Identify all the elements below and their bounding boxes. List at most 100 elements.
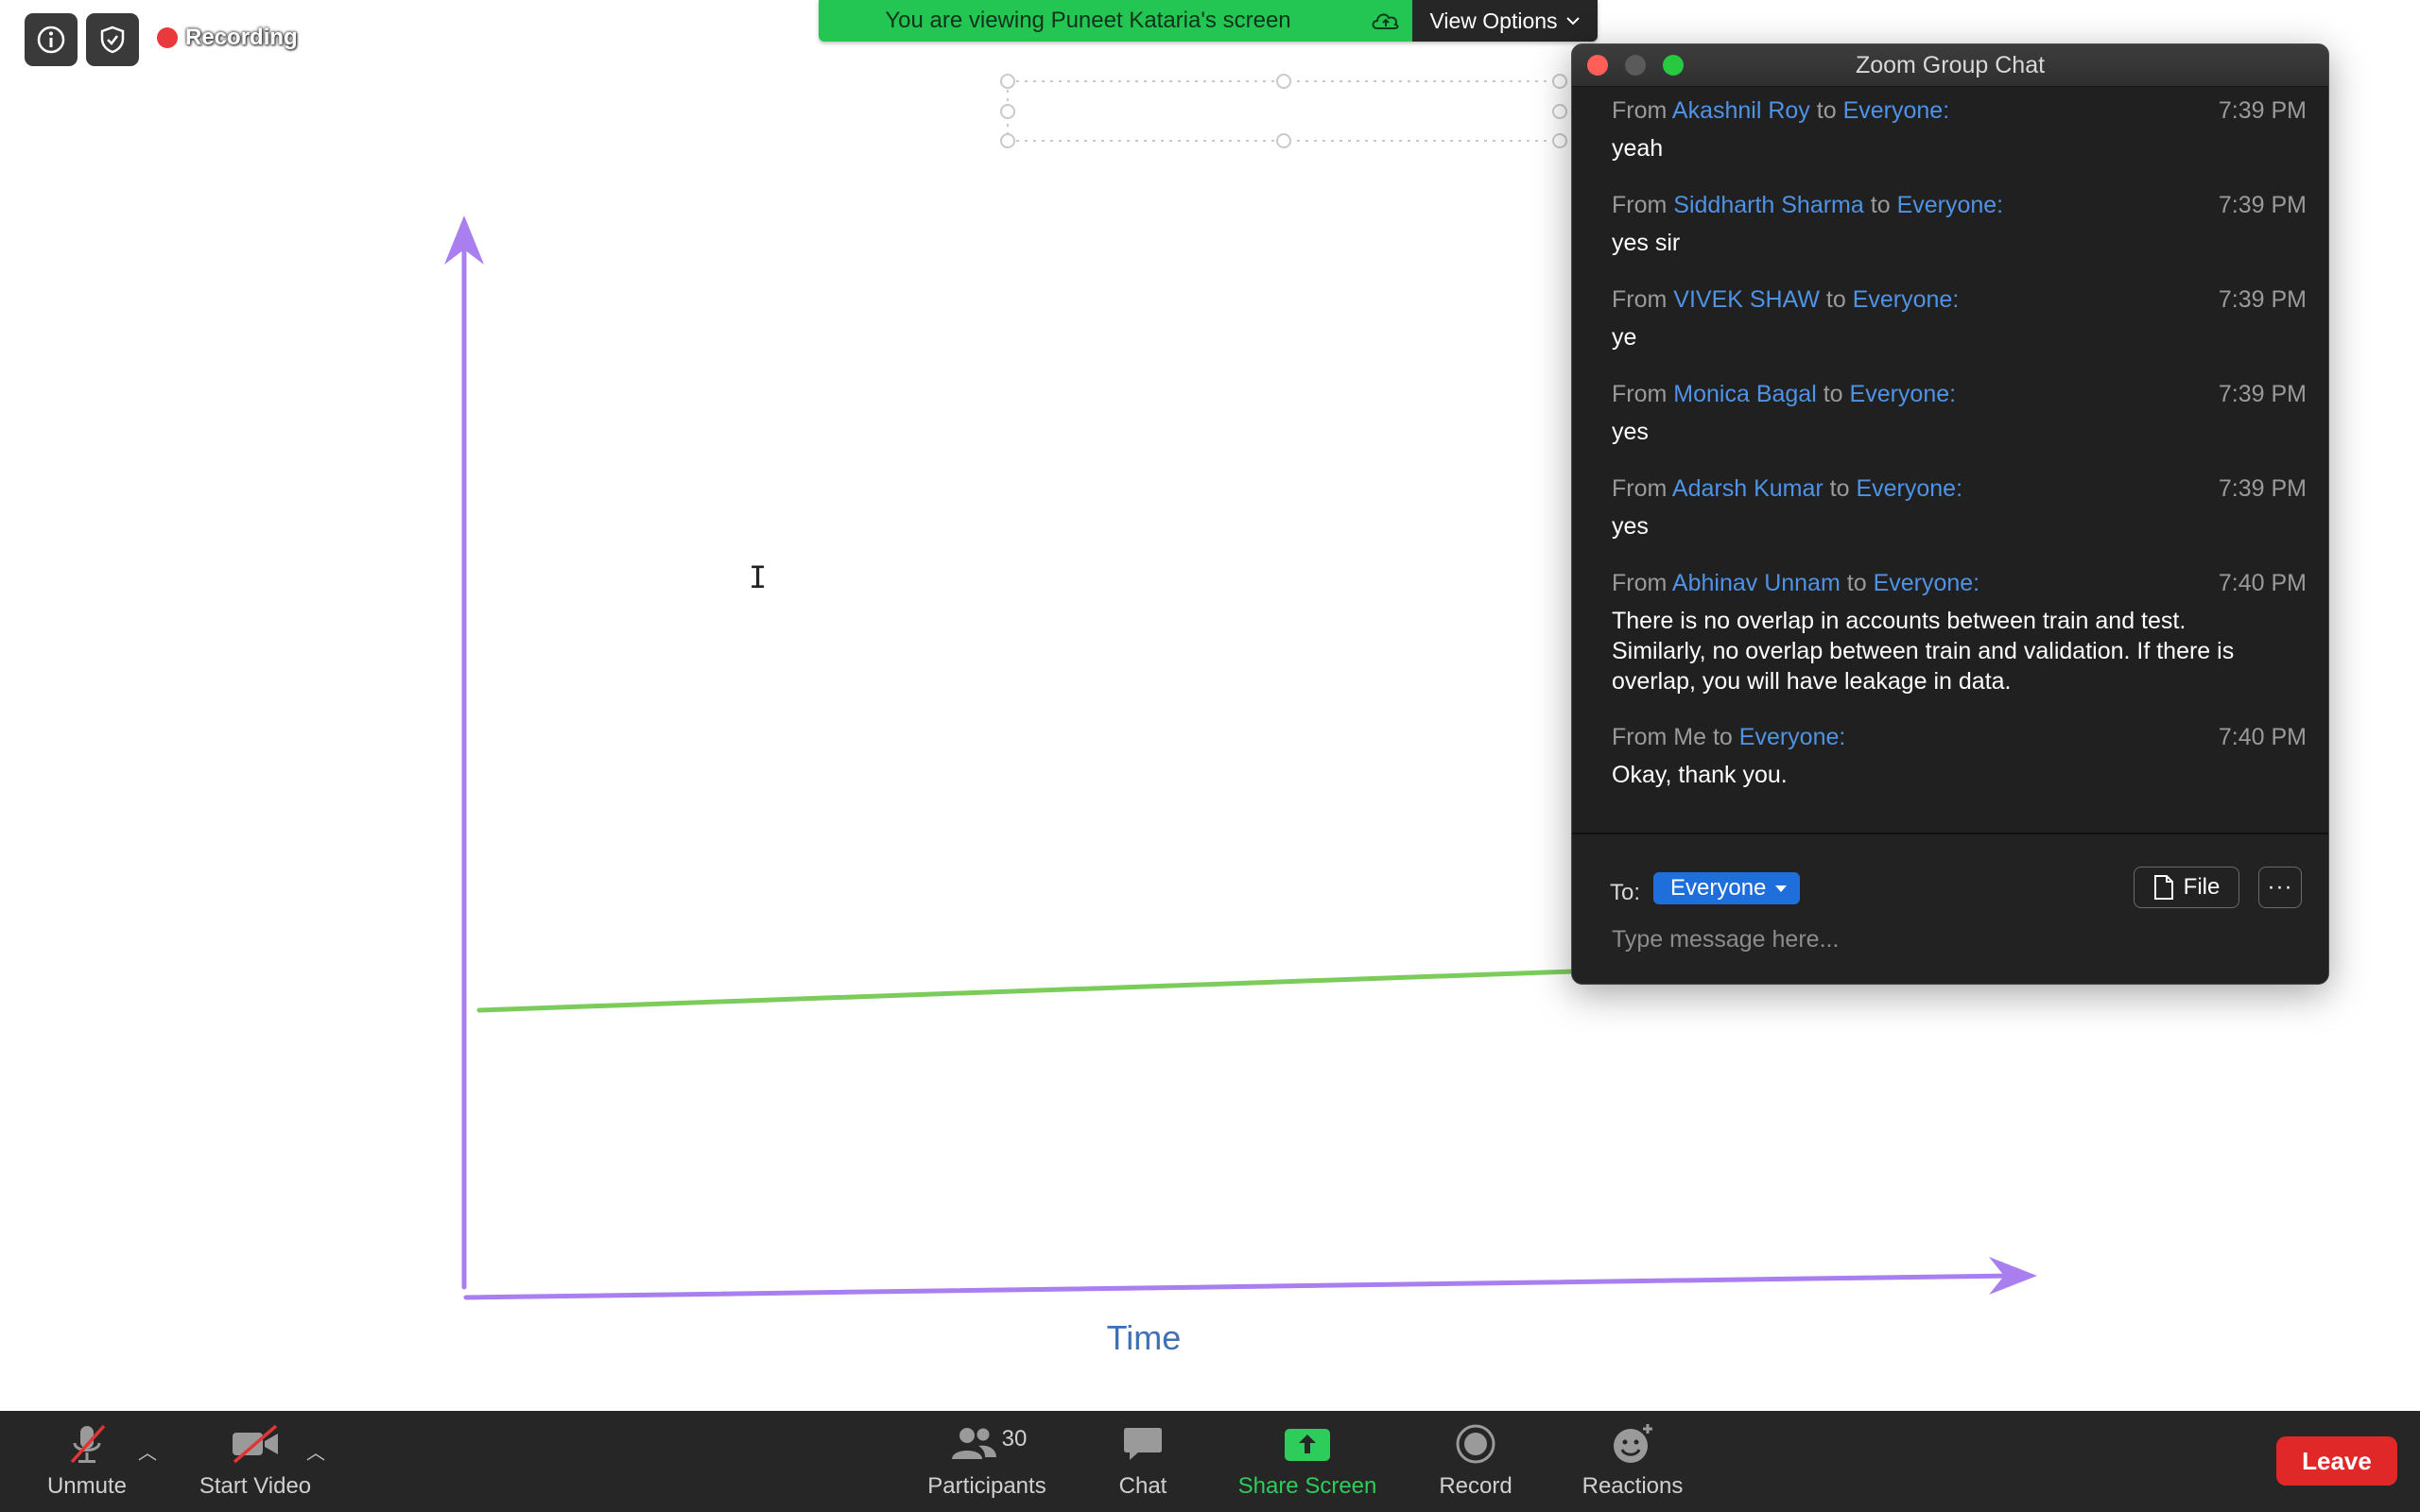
to-word: to xyxy=(1846,570,1867,596)
drawn-green-line xyxy=(476,969,1576,1013)
chat-titlebar[interactable]: Zoom Group Chat xyxy=(1572,44,2328,87)
message-time: 7:39 PM xyxy=(2218,192,2307,218)
leave-button[interactable]: Leave xyxy=(2276,1436,2397,1486)
unmute-button[interactable]: Unmute xyxy=(34,1411,140,1512)
video-options-chevron-icon[interactable]: ︿ xyxy=(306,1437,325,1465)
chat-button[interactable]: Chat xyxy=(1102,1411,1184,1512)
message-time: 7:39 PM xyxy=(2218,475,2307,502)
to-label: To: xyxy=(1610,880,1641,905)
maximize-window-button[interactable] xyxy=(1663,55,1684,76)
message-body: yeah xyxy=(1612,133,2307,163)
message-line: There is no overlap in accounts between … xyxy=(1612,608,2187,634)
participants-button[interactable]: 30 Participants xyxy=(913,1411,1061,1512)
text-cursor-icon: I xyxy=(749,559,768,595)
chat-window-title: Zoom Group Chat xyxy=(1855,52,2046,78)
recording-indicator: Recording xyxy=(157,25,298,51)
chat-message: From VIVEK SHAW to Everyone: 7:39 PM ye xyxy=(1612,286,2307,352)
caret-down-icon xyxy=(1775,885,1788,892)
message-sender[interactable]: Siddharth Sharma xyxy=(1673,192,1864,218)
message-sender[interactable]: Akashnil Roy xyxy=(1672,97,1810,124)
from-word: From xyxy=(1612,97,1668,124)
cloud-icon[interactable] xyxy=(1369,8,1403,34)
from-word: From xyxy=(1612,570,1668,596)
message-line: yes xyxy=(1612,419,1649,445)
message-line: ye xyxy=(1612,324,1637,351)
message-line: Okay, thank you. xyxy=(1612,762,1788,788)
video-off-icon xyxy=(229,1422,282,1466)
file-icon xyxy=(2153,875,2173,900)
more-options-button[interactable]: ··· xyxy=(2258,867,2302,908)
message-header: From Adarsh Kumar to Everyone: 7:39 PM xyxy=(1612,475,2307,506)
message-recipient: Everyone: xyxy=(1873,570,1980,596)
message-recipient: Everyone: xyxy=(1852,286,1960,313)
message-line: yes sir xyxy=(1612,230,1681,256)
message-sender[interactable]: Monica Bagal xyxy=(1673,381,1816,407)
message-input[interactable] xyxy=(1610,918,2294,961)
message-line: yes xyxy=(1612,513,1649,540)
message-sender[interactable]: Adarsh Kumar xyxy=(1672,475,1824,502)
message-body: yes xyxy=(1612,511,2307,541)
message-header: From Akashnil Roy to Everyone: 7:39 PM xyxy=(1612,97,2307,128)
message-time: 7:40 PM xyxy=(2218,724,2307,750)
reactions-button[interactable]: Reactions xyxy=(1573,1411,1692,1512)
message-line: Similarly, no overlap between train and … xyxy=(1612,638,2235,664)
minimize-window-button[interactable] xyxy=(1625,55,1646,76)
message-time: 7:39 PM xyxy=(2218,286,2307,313)
security-button[interactable] xyxy=(86,13,139,66)
share-screen-button[interactable]: Share Screen xyxy=(1229,1411,1386,1512)
reactions-label: Reactions xyxy=(1582,1473,1684,1499)
close-window-button[interactable] xyxy=(1587,55,1608,76)
to-word: to xyxy=(1829,475,1850,502)
view-options-label: View Options xyxy=(1429,8,1558,33)
record-button[interactable]: Record xyxy=(1427,1411,1524,1512)
chat-message: From Siddharth Sharma to Everyone: 7:39 … xyxy=(1612,192,2307,258)
shield-icon xyxy=(100,26,125,54)
record-label: Record xyxy=(1439,1473,1512,1499)
axis-label-time: Time xyxy=(1106,1318,1182,1357)
record-dot-icon xyxy=(157,27,178,48)
file-button[interactable]: File xyxy=(2134,867,2239,908)
chat-message: From Monica Bagal to Everyone: 7:39 PM y… xyxy=(1612,381,2307,447)
message-body: There is no overlap in accounts between … xyxy=(1612,606,2307,696)
chat-message-list[interactable]: From Akashnil Roy to Everyone: 7:39 PM y… xyxy=(1572,87,2328,876)
viewing-banner: You are viewing Puneet Kataria's screen … xyxy=(819,0,1598,42)
message-recipient: Everyone: xyxy=(1849,381,1957,407)
view-options-button[interactable]: View Options xyxy=(1412,0,1598,42)
smiley-icon xyxy=(1610,1422,1655,1466)
chat-bubble-icon xyxy=(1121,1422,1165,1466)
message-body: yes sir xyxy=(1612,228,2307,258)
chat-label: Chat xyxy=(1118,1473,1167,1499)
chat-message: From Me to Everyone: 7:40 PM Okay, thank… xyxy=(1612,724,2307,790)
info-icon xyxy=(37,26,65,54)
message-time: 7:39 PM xyxy=(2218,381,2307,407)
from-word: From xyxy=(1612,724,1668,750)
selection-handles xyxy=(1000,74,1567,148)
participants-icon: 30 xyxy=(947,1422,1027,1466)
info-button[interactable] xyxy=(25,13,78,66)
chevron-down-icon xyxy=(1565,17,1580,26)
to-word: to xyxy=(1825,286,1846,313)
message-sender[interactable]: Abhinav Unnam xyxy=(1672,570,1841,596)
start-video-label: Start Video xyxy=(199,1473,312,1499)
to-word: to xyxy=(1712,724,1733,750)
message-sender: Me xyxy=(1673,724,1707,750)
from-word: From xyxy=(1612,475,1668,502)
message-header: From VIVEK SHAW to Everyone: 7:39 PM xyxy=(1612,286,2307,317)
message-sender[interactable]: VIVEK SHAW xyxy=(1673,286,1820,313)
message-body: ye xyxy=(1612,322,2307,352)
audio-options-chevron-icon[interactable]: ︿ xyxy=(138,1437,157,1465)
message-line: yeah xyxy=(1612,135,1664,162)
message-body: yes xyxy=(1612,417,2307,447)
message-time: 7:39 PM xyxy=(2218,97,2307,124)
message-header: From Siddharth Sharma to Everyone: 7:39 … xyxy=(1612,192,2307,222)
from-word: From xyxy=(1612,286,1668,313)
recipient-select[interactable]: Everyone xyxy=(1653,872,1801,904)
message-recipient: Everyone: xyxy=(1842,97,1950,124)
start-video-button[interactable]: Start Video xyxy=(187,1411,323,1512)
message-header: From Monica Bagal to Everyone: 7:39 PM xyxy=(1612,381,2307,411)
share-screen-icon xyxy=(1284,1422,1331,1466)
to-word: to xyxy=(1816,97,1837,124)
participants-label: Participants xyxy=(927,1473,1046,1499)
chat-composer: To: Everyone File ··· xyxy=(1572,834,2328,984)
selection-box xyxy=(1007,80,1569,142)
